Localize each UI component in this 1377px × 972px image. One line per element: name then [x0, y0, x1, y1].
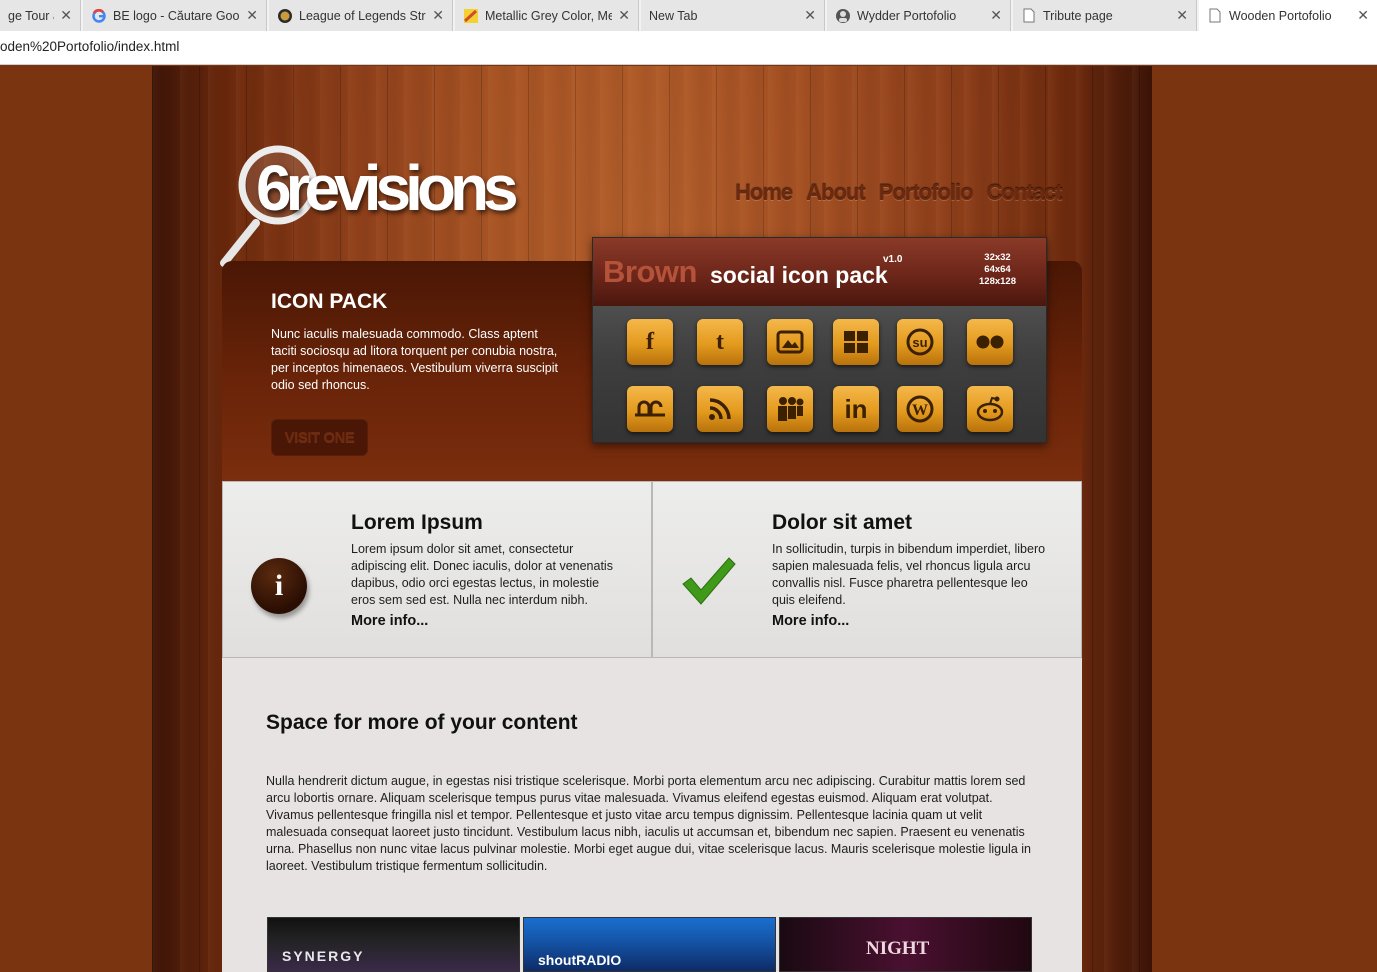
pack-brown-text: Brown: [603, 254, 697, 289]
tab-close-icon[interactable]: ✕: [60, 7, 72, 24]
flickr-icon: [967, 319, 1013, 365]
more-info-link[interactable]: More info...: [351, 613, 428, 629]
pack-sizes: 32x32 64x64 128x128: [979, 252, 1016, 288]
feature-text: Lorem ipsum dolor sit amet, consectetur …: [351, 542, 613, 607]
feature-text: In sollicitudin, turpis in bibendum impe…: [772, 542, 1046, 607]
tab-title: Metallic Grey Color, Me: [485, 8, 613, 23]
tab-title: ge Tour a: [8, 8, 54, 23]
browser-tab-0[interactable]: ge Tour a ✕: [0, 0, 81, 31]
visit-one-button[interactable]: VISIT ONE: [271, 419, 368, 456]
blogger-icon: [767, 319, 813, 365]
google-icon: [91, 8, 107, 24]
info-icon: i: [251, 558, 307, 614]
hero-text: Nunc iaculis malesuada commodo. Class ap…: [271, 327, 558, 392]
lol-icon: [277, 8, 293, 24]
wordpress-icon: W: [897, 386, 943, 432]
portfolio-thumbnail-shoutradio[interactable]: shoutRADIO: [523, 917, 776, 972]
browser-tab-4[interactable]: New Tab ✕: [641, 0, 825, 31]
myspace-icon: [767, 386, 813, 432]
tab-title: BE logo - Căutare Goog: [113, 8, 241, 23]
nav-home[interactable]: Home: [735, 180, 793, 206]
pack-version: v1.0: [883, 254, 903, 265]
pack-size: 128x128: [979, 276, 1016, 287]
main-nav: Home About Portofolio Contact: [735, 180, 1063, 206]
tab-close-icon[interactable]: ✕: [990, 7, 1002, 24]
tab-close-icon[interactable]: ✕: [618, 7, 630, 24]
site-logo[interactable]: 6revisions: [218, 145, 548, 270]
feature-box-lorem-ipsum: i Lorem Ipsum Lorem ipsum dolor sit amet…: [222, 481, 652, 658]
tab-title: Wydder Portofolio: [857, 8, 957, 23]
icon-pack-header: Brown social icon pack v1.0 32x32 64x64 …: [593, 238, 1046, 306]
pack-size: 32x32: [984, 252, 1011, 263]
tab-title: League of Legends Stra: [299, 8, 427, 23]
twitter-icon: t: [697, 319, 743, 365]
tab-title: New Tab: [649, 8, 698, 23]
tab-title: Wooden Portofolio: [1229, 8, 1332, 23]
browser-tab-strip: ge Tour a ✕ BE logo - Căutare Goog ✕ Lea…: [0, 0, 1377, 31]
browser-tab-6[interactable]: Tribute page ✕: [1013, 0, 1197, 31]
browser-tab-3[interactable]: Metallic Grey Color, Me ✕: [455, 0, 639, 31]
tab-close-icon[interactable]: ✕: [1357, 7, 1369, 24]
address-bar[interactable]: oden%20Portofolio/index.html: [0, 31, 1377, 65]
feature-title: Dolor sit amet: [772, 511, 913, 534]
tab-close-icon[interactable]: ✕: [432, 7, 444, 24]
browser-tab-1[interactable]: BE logo - Căutare Goog ✕: [83, 0, 267, 31]
portfolio-thumbnail-night[interactable]: NIGHT: [779, 917, 1032, 972]
svg-text:W: W: [912, 402, 928, 419]
reddit-icon: [967, 386, 1013, 432]
thumbnail-label: NIGHT: [866, 938, 930, 959]
tab-close-icon[interactable]: ✕: [1176, 7, 1188, 24]
color-swatch-icon: [463, 8, 479, 24]
icon-pack-grid: f t su in W: [593, 306, 1046, 442]
thumbnail-label: shoutRADIO: [538, 952, 622, 968]
linkedin-icon: in: [833, 386, 879, 432]
browser-tab-5[interactable]: Wydder Portofolio ✕: [827, 0, 1011, 31]
nav-portofolio[interactable]: Portofolio: [879, 180, 974, 206]
pack-size: 64x64: [984, 264, 1011, 275]
hero-title: ICON PACK: [271, 290, 388, 313]
pack-title: social icon pack: [710, 262, 888, 288]
tab-close-icon[interactable]: ✕: [804, 7, 816, 24]
icon-pack-image[interactable]: Brown social icon pack v1.0 32x32 64x64 …: [592, 237, 1047, 443]
rss-icon: [697, 386, 743, 432]
svg-text:su: su: [912, 335, 927, 350]
nav-contact[interactable]: Contact: [987, 180, 1063, 206]
features-row: i Lorem Ipsum Lorem ipsum dolor sit amet…: [222, 481, 1082, 658]
tab-title: Tribute page: [1043, 8, 1113, 23]
windows-icon: [833, 319, 879, 365]
facebook-icon: f: [627, 319, 673, 365]
portfolio-thumbnail-synergy[interactable]: SYNERGY: [267, 917, 520, 972]
logo-text: 6revisions: [256, 152, 519, 224]
browser-tab-7[interactable]: Wooden Portofolio ✕: [1199, 0, 1377, 31]
content-text: Nulla hendrerit dictum augue, in egestas…: [266, 774, 1031, 873]
feature-title: Lorem Ipsum: [351, 511, 483, 534]
stumbleupon-icon: su: [897, 319, 943, 365]
page-icon: [1207, 8, 1223, 24]
url-text[interactable]: oden%20Portofolio/index.html: [0, 39, 179, 54]
thumbnail-label: SYNERGY: [282, 948, 365, 964]
more-info-link[interactable]: More info...: [772, 613, 849, 629]
page-icon: [1021, 8, 1037, 24]
browser-tab-2[interactable]: League of Legends Stra ✕: [269, 0, 453, 31]
content-title: Space for more of your content: [266, 711, 578, 734]
nav-about[interactable]: About: [806, 180, 866, 206]
checkmark-icon: [682, 557, 736, 605]
tab-close-icon[interactable]: ✕: [246, 7, 258, 24]
avatar-icon: [835, 8, 851, 24]
deviantart-icon: [627, 386, 673, 432]
feature-box-dolor-sit-amet: Dolor sit amet In sollicitudin, turpis i…: [652, 481, 1082, 658]
